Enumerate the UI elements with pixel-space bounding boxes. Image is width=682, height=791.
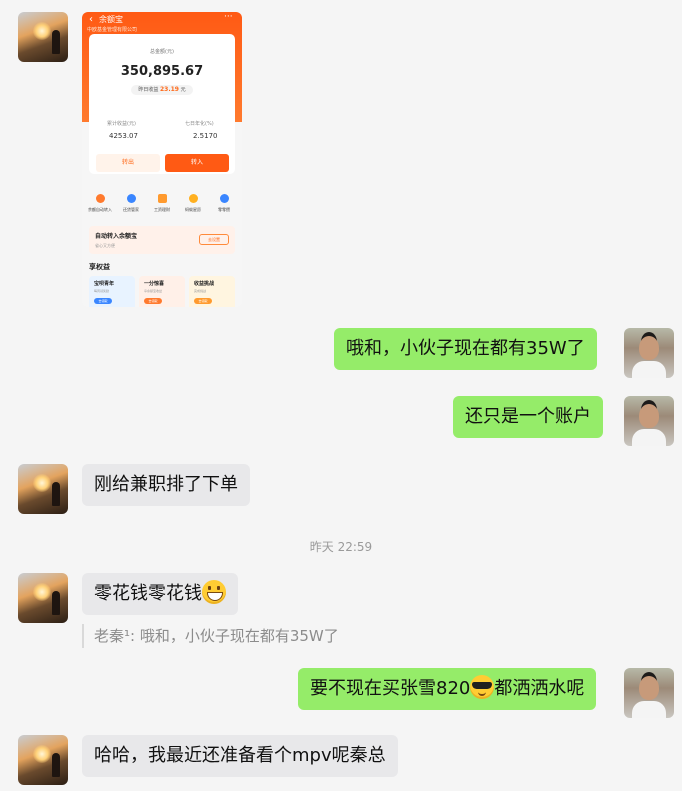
balance-card: 总金额(元) 350,895.67 昨日收益 23.19 元 累计收益(元) 4…: [89, 34, 235, 174]
more-icon: ···: [224, 12, 233, 22]
sunglasses-emoji-icon: [470, 675, 495, 699]
total-amount: 350,895.67: [120, 64, 204, 79]
setup-button: 去设置: [199, 234, 229, 245]
message-text: 都洒洒水呢: [494, 678, 585, 699]
benefit-card: 收益挑战 完成挑战 去领取: [189, 276, 235, 307]
timestamp-divider: 昨天 22:59: [309, 540, 373, 554]
cumulative-label: 累计收益(元): [107, 121, 136, 127]
cumulative-value: 4253.07: [109, 132, 138, 140]
star-icon: [188, 194, 198, 203]
message-text: 零花钱零花钱: [94, 583, 202, 604]
rate-label: 七日年化(%): [185, 121, 214, 127]
piggy-icon: [219, 194, 229, 203]
contact-avatar[interactable]: [18, 12, 68, 62]
benefits-title: 享权益: [89, 263, 110, 271]
feature-icons: 余额自动转入 还贷管家 工资理财 蚂蚁星愿 零零攒: [85, 194, 239, 224]
self-avatar[interactable]: [624, 396, 674, 446]
shared-screenshot-image[interactable]: ‹ 余额宝 中欧基金管理有限公司 ··· 总金额(元) 350,895.67 昨…: [82, 12, 242, 307]
grinning-emoji-icon: [202, 580, 226, 604]
back-icon: ‹: [89, 14, 93, 25]
contact-avatar[interactable]: [18, 735, 68, 785]
yesterday-earnings: 昨日收益 23.19 元: [131, 85, 193, 95]
yesterday-unit: 元: [180, 87, 186, 93]
self-avatar[interactable]: [624, 328, 674, 378]
self-avatar[interactable]: [624, 668, 674, 718]
total-label: 总金额(元): [150, 49, 174, 55]
document-icon: [157, 194, 167, 203]
feature-item: 工资理财: [147, 194, 177, 224]
feature-item: 零零攒: [209, 194, 239, 224]
feature-item: 还贷管家: [116, 194, 146, 224]
quoted-message[interactable]: 老秦¹: 哦和，小伙子现在都有35W了: [82, 624, 339, 648]
feature-item: 余额自动转入: [85, 194, 115, 224]
rate-value: 2.5170: [193, 132, 218, 140]
benefit-card: 宝呗青年 每周领奖励 去领取: [89, 276, 135, 307]
house-icon: [126, 194, 136, 203]
message-bubble-outgoing[interactable]: 还只是一个账户: [453, 396, 603, 438]
message-bubble-incoming[interactable]: 哈哈，我最近还准备看个mpv呢秦总: [82, 735, 398, 777]
yesterday-label: 昨日收益: [138, 87, 159, 93]
wallet-icon: [95, 194, 105, 203]
benefit-card: 一分惊喜 享余额宝收益 去领取: [139, 276, 185, 307]
message-text: 要不现在买张雪820: [310, 678, 471, 699]
contact-avatar[interactable]: [18, 464, 68, 514]
phone-subtitle: 中欧基金管理有限公司: [87, 27, 138, 33]
transfer-out-button: 转出: [96, 154, 160, 172]
yesterday-value: 23.19: [160, 86, 179, 93]
contact-avatar[interactable]: [18, 573, 68, 623]
message-bubble-incoming[interactable]: 刚给兼职排了下单: [82, 464, 250, 506]
transfer-in-button: 转入: [165, 154, 229, 172]
auto-transfer-banner: 自动转入余额宝 省心又方便 去设置: [89, 226, 235, 254]
feature-item: 蚂蚁星愿: [178, 194, 208, 224]
message-bubble-outgoing[interactable]: 要不现在买张雪820 都洒洒水呢: [298, 668, 597, 710]
message-bubble-outgoing[interactable]: 哦和，小伙子现在都有35W了: [334, 328, 597, 370]
phone-title: 余额宝: [99, 15, 123, 24]
message-bubble-incoming[interactable]: 零花钱零花钱: [82, 573, 238, 615]
